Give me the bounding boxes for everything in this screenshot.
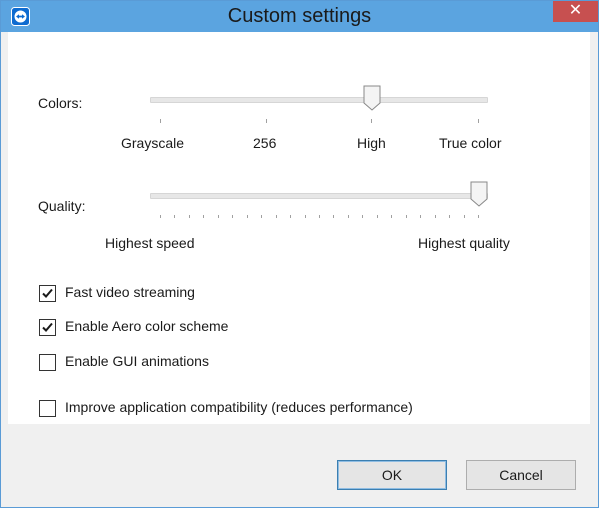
quality-tick <box>391 215 393 218</box>
quality-tick <box>463 215 465 218</box>
checkbox-label: Improve application compatibility (reduc… <box>65 399 413 415</box>
quality-tick <box>246 215 248 218</box>
quality-tick <box>405 215 407 218</box>
colors-tick <box>266 119 267 123</box>
cancel-button[interactable]: Cancel <box>466 460 576 490</box>
custom-settings-dialog: Custom settings ✕ Colors: Grayscale 256 … <box>0 0 599 508</box>
quality-slider-track[interactable] <box>150 193 488 199</box>
quality-tick <box>203 215 205 218</box>
quality-tick <box>290 215 292 218</box>
quality-tick <box>362 215 364 218</box>
checkmark-icon <box>42 288 53 298</box>
checkbox-box[interactable] <box>39 319 56 336</box>
close-icon: ✕ <box>568 2 583 19</box>
colors-slider-track[interactable] <box>150 97 488 103</box>
quality-tick <box>478 215 479 218</box>
quality-tick <box>188 215 190 218</box>
colors-option-grayscale: Grayscale <box>121 135 185 151</box>
quality-tick <box>160 215 161 218</box>
quality-tick <box>275 215 277 218</box>
title-bar[interactable]: Custom settings ✕ <box>1 1 598 32</box>
quality-slider-thumb[interactable] <box>470 181 488 207</box>
quality-tick <box>217 215 219 218</box>
colors-option-true-color: True color <box>439 135 502 151</box>
checkbox-box[interactable] <box>39 285 56 302</box>
quality-min-label: Highest speed <box>105 235 195 251</box>
quality-tick <box>174 215 176 218</box>
quality-tick <box>333 215 335 218</box>
quality-tick <box>319 215 320 218</box>
checkbox-box[interactable] <box>39 354 56 371</box>
quality-tick <box>304 215 306 218</box>
colors-tick <box>160 119 161 123</box>
quality-label: Quality: <box>38 198 86 214</box>
colors-label: Colors: <box>38 95 83 111</box>
colors-option-high: High <box>357 135 386 151</box>
window-title: Custom settings <box>227 5 372 27</box>
colors-tick <box>371 119 372 123</box>
ok-button[interactable]: OK <box>337 460 447 490</box>
quality-max-label: Highest quality <box>418 235 510 251</box>
colors-slider-thumb[interactable] <box>363 85 381 111</box>
close-button[interactable]: ✕ <box>553 1 598 22</box>
quality-tick <box>420 215 422 218</box>
checkbox-label: Enable GUI animations <box>65 353 209 369</box>
checkbox-box[interactable] <box>39 400 56 417</box>
quality-tick <box>376 215 378 218</box>
checkbox-label: Enable Aero color scheme <box>65 318 229 334</box>
quality-tick <box>232 215 234 218</box>
quality-tick <box>449 215 451 218</box>
colors-tick <box>478 119 479 123</box>
checkmark-icon <box>42 322 53 332</box>
colors-option-256: 256 <box>253 135 277 151</box>
quality-tick <box>261 215 263 218</box>
quality-tick <box>347 215 349 218</box>
checkbox-label: Fast video streaming <box>65 284 195 300</box>
quality-tick <box>434 215 436 218</box>
